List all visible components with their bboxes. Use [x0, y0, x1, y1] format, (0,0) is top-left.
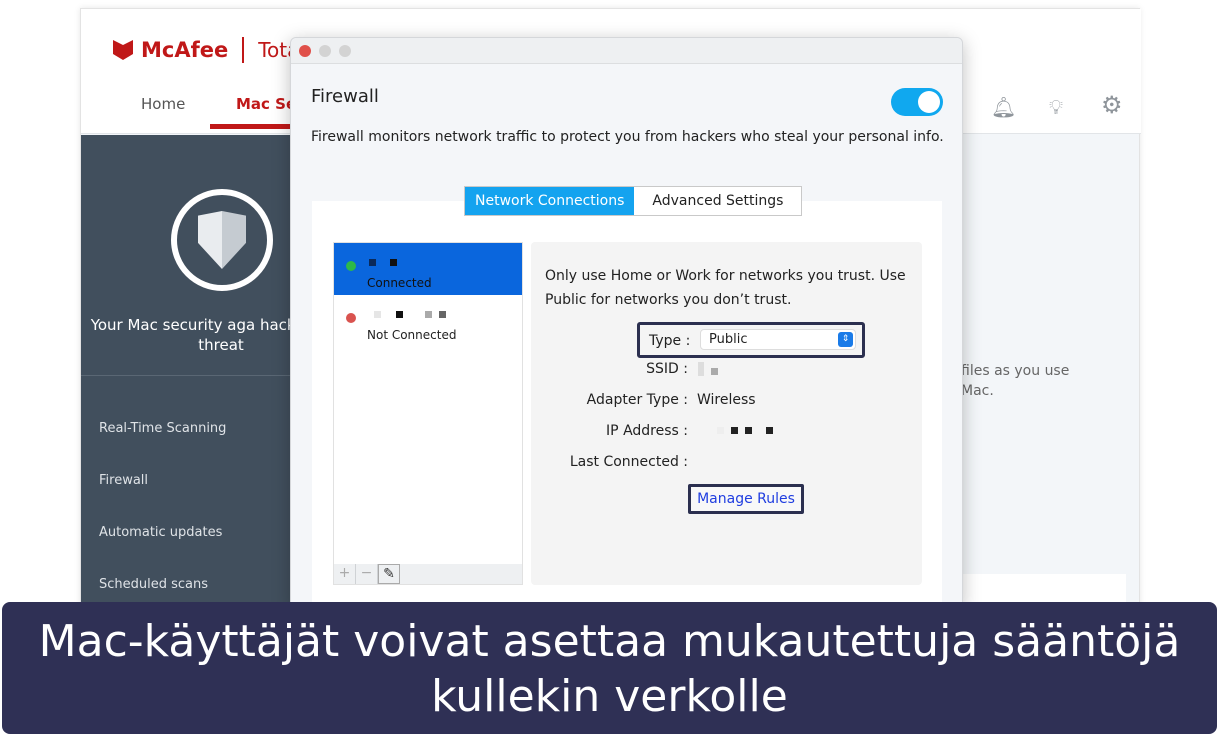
selected-type: Public [709, 332, 748, 347]
tab-advanced-settings[interactable]: Advanced Settings [634, 187, 802, 215]
firewall-dialog: Firewall Firewall monitors network traff… [290, 37, 963, 611]
list-item[interactable]: Not Connected [334, 295, 522, 347]
active-nav-indicator [210, 124, 300, 129]
adapter-type-label: Adapter Type : [586, 392, 688, 408]
bell-icon[interactable]: 🔔︎ [991, 95, 1016, 119]
manage-rules-button[interactable]: Manage Rules [688, 484, 804, 514]
redacted-block [698, 362, 704, 376]
network-status: Connected [367, 276, 432, 290]
sidebar-item-scheduled-scans[interactable]: Scheduled scans [99, 577, 208, 592]
mcafee-shield-icon [113, 40, 133, 60]
redacted-block [711, 368, 718, 375]
last-connected-label: Last Connected : [569, 454, 688, 470]
dialog-title: Firewall [311, 86, 379, 107]
redacted-block [396, 311, 403, 318]
nav-home[interactable]: Home [141, 95, 185, 113]
disconnected-status-dot [346, 313, 356, 323]
sidebar-item-real-time-scanning[interactable]: Real-Time Scanning [99, 421, 226, 436]
add-network-button[interactable]: + [334, 564, 356, 584]
divider [81, 375, 291, 376]
lightbulb-icon[interactable]: 💡︎ [1049, 95, 1063, 119]
type-highlight: Type : Public ⇕ [637, 322, 865, 358]
redacted-block [374, 311, 381, 318]
type-label: Type : [649, 333, 691, 349]
remove-network-button[interactable]: − [356, 564, 378, 584]
redacted-block [390, 259, 397, 266]
trust-info-text: Only use Home or Work for networks you t… [545, 268, 906, 308]
content-panel: Connected Not Connected + − ✎ Only use H… [312, 201, 942, 611]
tab-network-connections[interactable]: Network Connections [465, 187, 635, 215]
protection-status-ring [171, 189, 273, 291]
firewall-toggle[interactable] [891, 88, 943, 116]
shield-icon [198, 211, 246, 269]
sidebar: Your Mac security aga hackers and threat… [81, 135, 351, 609]
redacted-block [439, 311, 446, 318]
network-status: Not Connected [367, 328, 457, 342]
redacted-block [369, 259, 376, 266]
edit-network-button[interactable]: ✎ [378, 564, 400, 584]
dialog-description: Firewall monitors network traffic to pro… [311, 129, 944, 145]
list-toolbar: + − ✎ [334, 564, 522, 584]
minimize-window-button[interactable] [319, 45, 331, 57]
list-item[interactable]: Connected [334, 243, 522, 295]
redacted-block [731, 427, 738, 434]
zoom-window-button[interactable] [339, 45, 351, 57]
close-window-button[interactable] [299, 45, 311, 57]
ssid-label: SSID : [646, 361, 688, 377]
redacted-block [745, 427, 752, 434]
redacted-block [425, 311, 432, 318]
caption-banner: Mac-käyttäjät voivat asettaa mukautettuj… [2, 602, 1217, 734]
window-titlebar [291, 38, 962, 64]
dialog-tabs: Network Connections Advanced Settings [464, 186, 803, 216]
toggle-knob [918, 91, 940, 113]
select-arrows-icon: ⇕ [838, 332, 853, 347]
divider [242, 37, 245, 63]
redacted-block [766, 427, 773, 434]
sidebar-item-firewall[interactable]: Firewall [99, 473, 148, 488]
background-description: files as you use Mac. [961, 363, 1070, 399]
network-list: Connected Not Connected + − ✎ [333, 242, 523, 585]
redacted-block [717, 427, 724, 434]
ip-address-label: IP Address : [606, 423, 688, 439]
connected-status-dot [346, 261, 356, 271]
network-details: Only use Home or Work for networks you t… [531, 242, 922, 585]
sidebar-item-automatic-updates[interactable]: Automatic updates [99, 525, 222, 540]
gear-icon[interactable]: ⚙ [1101, 91, 1123, 119]
network-type-select[interactable]: Public ⇕ [700, 329, 856, 350]
adapter-type-value: Wireless [697, 392, 756, 408]
brand-name: McAfee [141, 38, 229, 62]
mcafee-logo: McAfee Total [113, 37, 305, 63]
